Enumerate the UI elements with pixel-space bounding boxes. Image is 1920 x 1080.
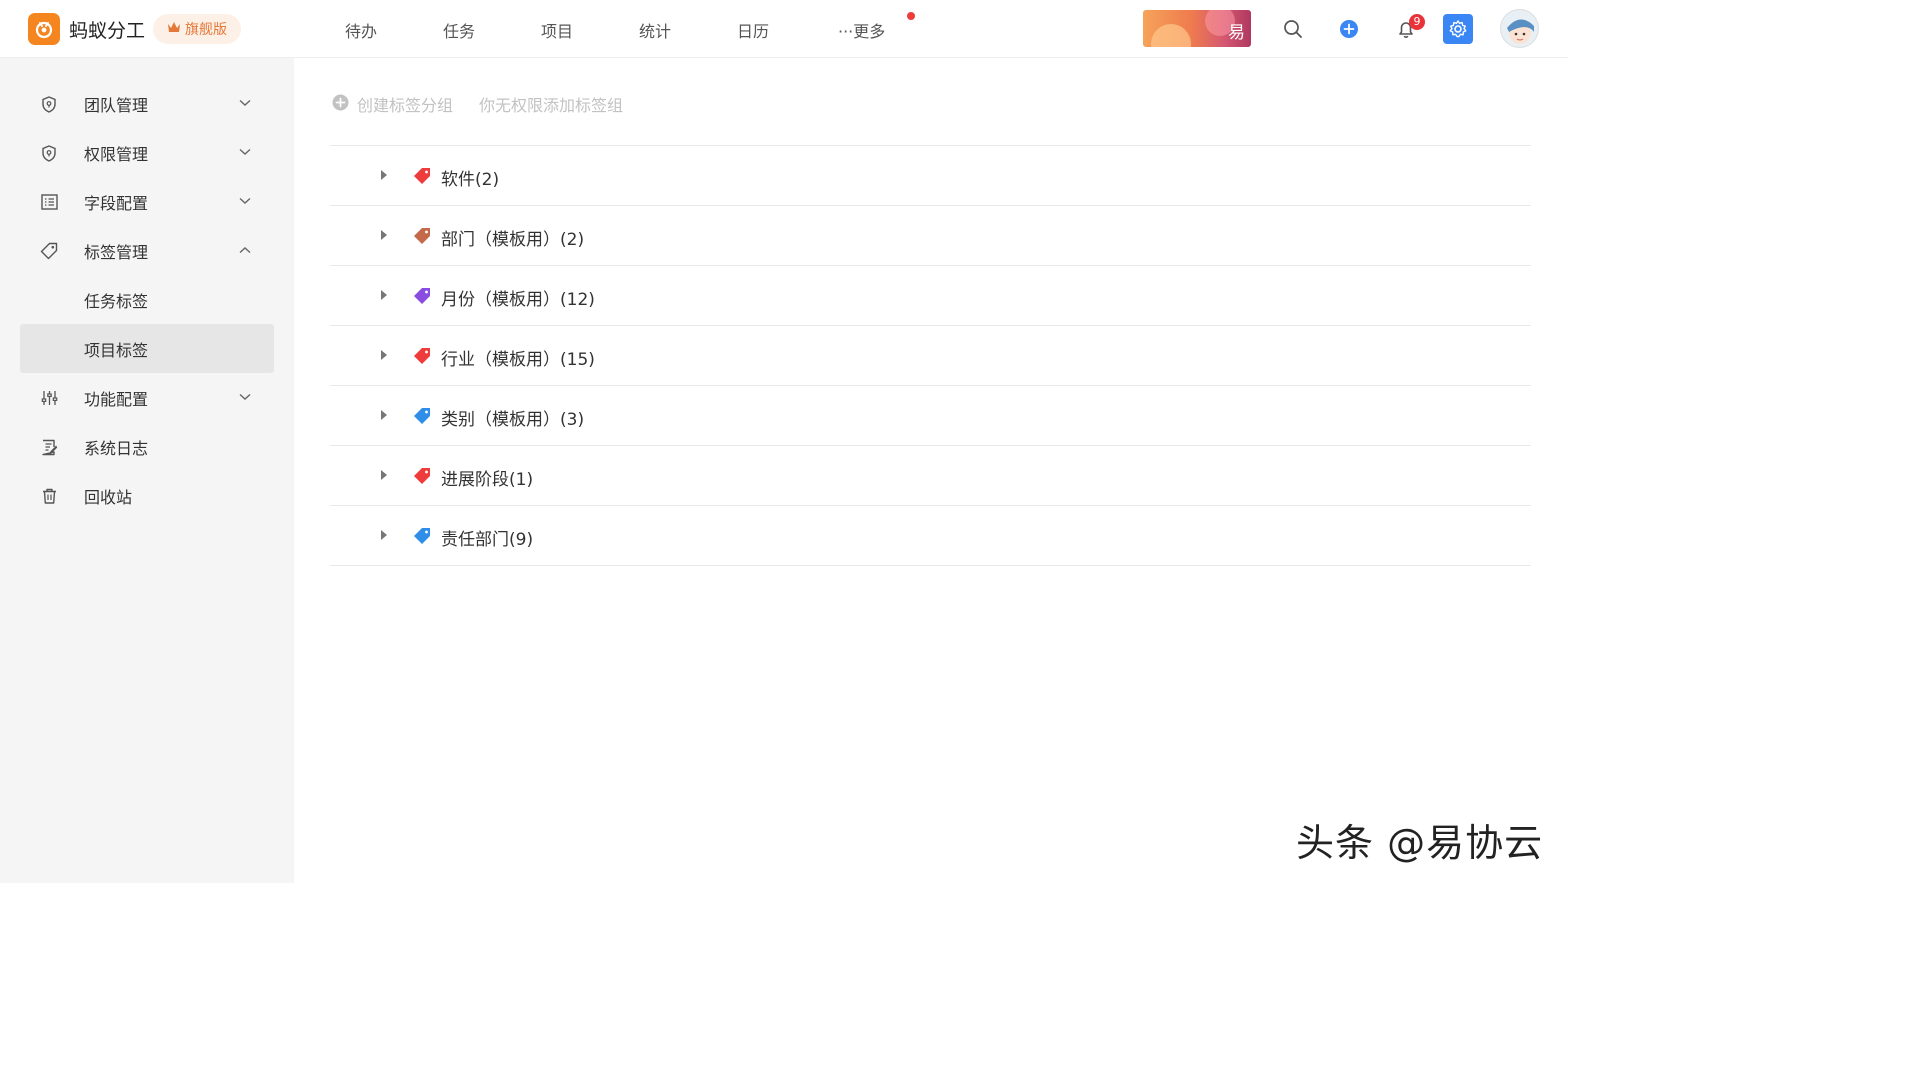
expand-caret-icon[interactable] [381, 410, 387, 420]
sidebar-item-task-tags[interactable]: 任务标签 [20, 275, 274, 324]
tag-group-label: 行业（模板用）(15) [441, 350, 595, 370]
top-bar: 蚂蚁分工 旗舰版 待办 任务 项目 统计 日历 ···更多 易 9 [0, 0, 1568, 58]
edition-badge[interactable]: 旗舰版 [153, 14, 241, 44]
chevron-up-icon [238, 243, 252, 257]
list-icon [40, 193, 58, 211]
nav-stats[interactable]: 统计 [639, 18, 671, 42]
expand-caret-icon[interactable] [381, 290, 387, 300]
banner-text: 易 [1228, 23, 1245, 43]
sidebar-item-label: 功能配置 [84, 389, 149, 409]
add-circle-icon [332, 94, 349, 115]
sidebar-item-team-management[interactable]: 团队管理 [20, 79, 274, 128]
sliders-icon [40, 389, 58, 407]
chevron-down-icon [238, 145, 252, 159]
app-window: 蚂蚁分工 旗舰版 待办 任务 项目 统计 日历 ···更多 易 9 团队管理 权… [0, 0, 1568, 883]
tag-group-label: 月份（模板用）(12) [441, 290, 595, 310]
tag-group-row[interactable]: 月份（模板用）(12) [330, 266, 1531, 326]
sidebar-item-label: 系统日志 [84, 438, 149, 458]
sidebar-item-label: 标签管理 [84, 242, 149, 262]
tag-group-label: 软件(2) [441, 170, 500, 190]
sidebar-item-label: 字段配置 [84, 193, 149, 213]
chevron-down-icon [238, 390, 252, 404]
tag-group-row[interactable]: 部门（模板用）(2) [330, 206, 1531, 266]
nav-more[interactable]: ···更多 [838, 18, 885, 42]
sidebar-item-label: 任务标签 [84, 291, 149, 311]
tag-group-list: 软件(2) 部门（模板用）(2) 月份（模板用）(12) 行业（模板用）(15) [330, 145, 1531, 566]
sidebar-item-permission-management[interactable]: 权限管理 [20, 128, 274, 177]
tag-icon [412, 467, 432, 485]
sidebar-item-project-tags[interactable]: 项目标签 [20, 324, 274, 373]
tag-icon [412, 287, 432, 305]
expand-caret-icon[interactable] [381, 470, 387, 480]
expand-caret-icon[interactable] [381, 230, 387, 240]
tag-group-label: 责任部门(9) [441, 530, 534, 550]
nav-calendar[interactable]: 日历 [737, 18, 769, 42]
tag-group-row[interactable]: 进展阶段(1) [330, 446, 1531, 506]
sidebar-item-label: 团队管理 [84, 95, 149, 115]
watermark-text: 头条 @易协云 [1296, 821, 1544, 865]
trash-icon [40, 487, 58, 505]
tag-group-label: 进展阶段(1) [441, 470, 534, 490]
add-icon[interactable] [1337, 17, 1361, 41]
no-permission-tip: 你无权限添加标签组 [479, 96, 624, 115]
shield-icon [40, 144, 58, 162]
tag-icon [412, 527, 432, 545]
sidebar-item-feature-config[interactable]: 功能配置 [20, 373, 274, 422]
sidebar-item-tag-management[interactable]: 标签管理 [20, 226, 274, 275]
tag-group-row[interactable]: 软件(2) [330, 146, 1531, 206]
sidebar-item-recycle-bin[interactable]: 回收站 [20, 471, 274, 520]
log-icon [40, 438, 58, 456]
edition-label: 旗舰版 [185, 22, 227, 38]
tag-group-row[interactable]: 行业（模板用）(15) [330, 326, 1531, 386]
sidebar-item-label: 权限管理 [84, 144, 149, 164]
tag-icon [412, 167, 432, 185]
tag-group-row[interactable]: 类别（模板用）(3) [330, 386, 1531, 446]
settings-gear-icon[interactable] [1443, 14, 1473, 44]
tag-group-toolbar: 创建标签分组 你无权限添加标签组 [332, 92, 623, 116]
nav-projects[interactable]: 项目 [541, 18, 573, 42]
nav-tasks[interactable]: 任务 [443, 18, 475, 42]
shield-icon [40, 95, 58, 113]
tag-group-label: 部门（模板用）(2) [441, 230, 585, 250]
crown-icon [167, 21, 181, 37]
tag-group-row[interactable]: 责任部门(9) [330, 506, 1531, 566]
create-tag-group-button[interactable]: 创建标签分组 [357, 92, 453, 116]
promo-banner[interactable]: 易 [1143, 10, 1251, 47]
notification-count-badge: 9 [1409, 14, 1425, 30]
expand-caret-icon[interactable] [381, 170, 387, 180]
tag-icon [412, 227, 432, 245]
more-notification-dot [907, 12, 915, 20]
sidebar-item-label: 回收站 [84, 487, 133, 507]
sidebar-item-field-config[interactable]: 字段配置 [20, 177, 274, 226]
nav-todo[interactable]: 待办 [345, 18, 377, 42]
chevron-down-icon [238, 96, 252, 110]
tag-icon [412, 407, 432, 425]
sidebar-item-label: 项目标签 [84, 340, 149, 360]
sidebar: 团队管理 权限管理 字段配置 标签管理 任务标签 项目标签 功能配置 系统日志 … [0, 58, 294, 883]
expand-caret-icon[interactable] [381, 350, 387, 360]
tag-group-label: 类别（模板用）(3) [441, 410, 585, 430]
app-logo-icon[interactable] [28, 13, 60, 45]
main-content: 创建标签分组 你无权限添加标签组 软件(2) 部门（模板用）(2) 月份（模板用… [294, 58, 1568, 883]
search-icon[interactable] [1281, 17, 1305, 41]
sidebar-item-system-log[interactable]: 系统日志 [20, 422, 274, 471]
expand-caret-icon[interactable] [381, 530, 387, 540]
app-name: 蚂蚁分工 [69, 20, 146, 42]
tag-icon [40, 242, 58, 260]
chevron-down-icon [238, 194, 252, 208]
user-avatar[interactable] [1500, 9, 1539, 48]
tag-icon [412, 347, 432, 365]
